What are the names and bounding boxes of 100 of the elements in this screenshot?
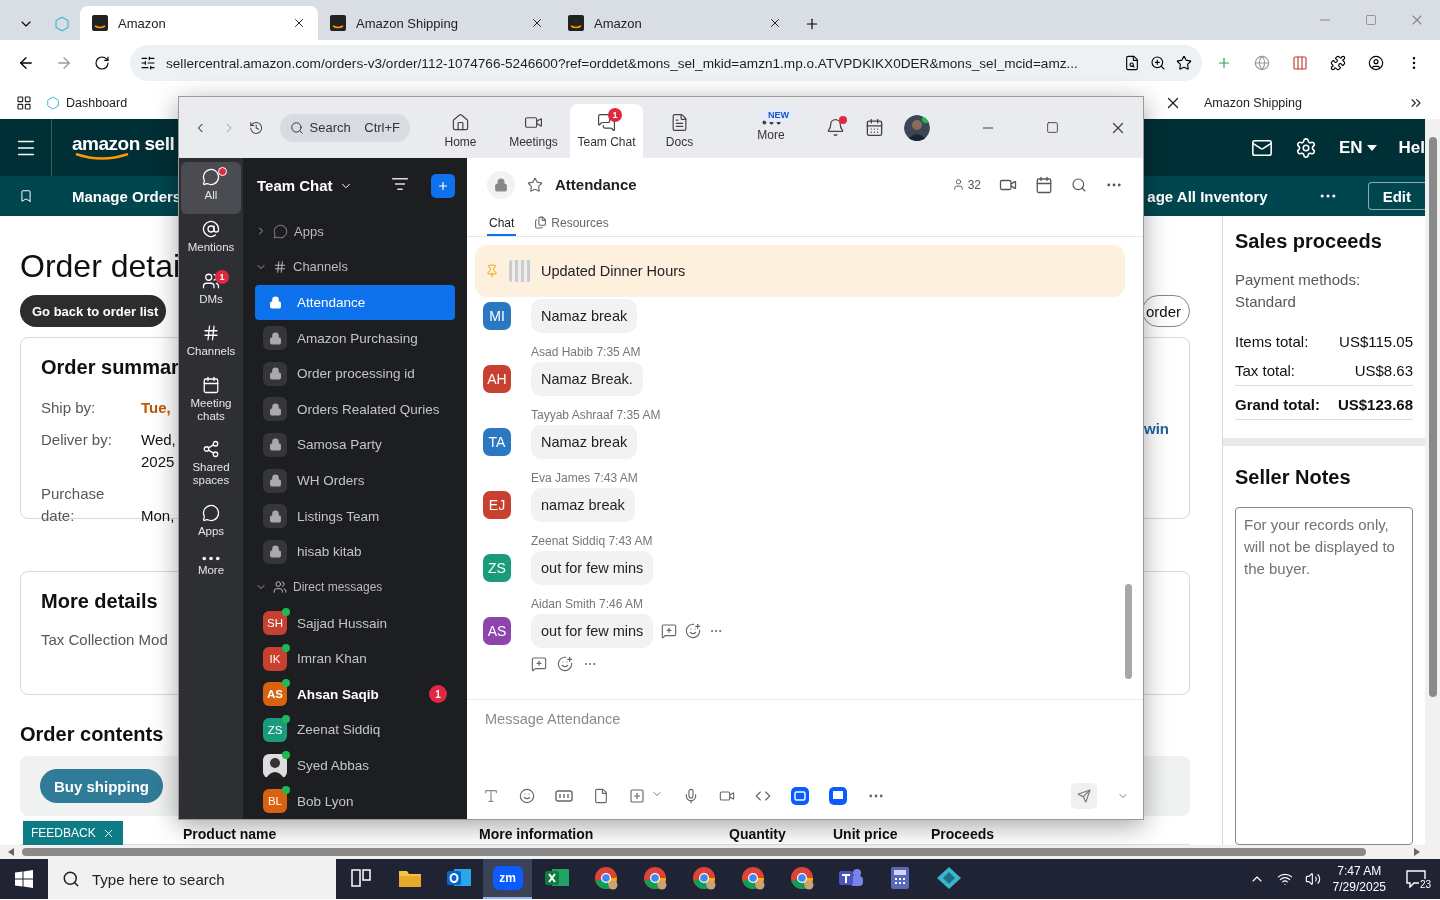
taskbar-clock[interactable]: 7:47 AM 7/29/2025	[1332, 863, 1386, 895]
channel-item[interactable]: Samosa Party	[255, 427, 455, 463]
profile-avatar[interactable]	[904, 114, 930, 141]
network-icon[interactable]	[1276, 871, 1293, 887]
horizontal-scrollbar[interactable]	[0, 845, 1440, 859]
address-bar[interactable]: sellercentral.amazon.com/orders-v3/order/112-1074766-5246600?ref=orddet&mons_sel_mkid=amzn1.mp.o.ATVPDKIKX0DER&mons_sel_mcid=amz...	[130, 45, 1202, 81]
emoji-icon[interactable]	[557, 656, 573, 672]
close-icon[interactable]	[530, 16, 544, 30]
dm-item[interactable]: AS Ahsan Saqib 1	[255, 676, 455, 713]
channel-item[interactable]: hisab kitab	[255, 534, 455, 570]
volume-icon[interactable]	[1304, 871, 1321, 887]
app-icon[interactable]	[791, 787, 809, 805]
gif-icon[interactable]	[555, 790, 573, 802]
dm-item[interactable]: IK Imran Khan	[255, 640, 455, 677]
chat-tab[interactable]: Resources	[532, 211, 611, 236]
section-header[interactable]: Direct messages	[255, 569, 455, 606]
bookmark[interactable]: Amazon Shipping	[1204, 95, 1394, 110]
reply-icon[interactable]	[531, 656, 547, 672]
reload-icon[interactable]	[94, 55, 110, 71]
back-button[interactable]: Go back to order list	[20, 295, 167, 327]
bookmark[interactable]: Dashboard	[46, 95, 128, 110]
dm-item[interactable]: ZS Zeenat Siddiq	[255, 712, 455, 748]
sidebar-item[interactable]: Channels	[181, 318, 241, 370]
extension-icon[interactable]	[1292, 55, 1308, 71]
page-icon[interactable]	[1124, 55, 1140, 71]
nav-link[interactable]: Manage Orders	[72, 187, 182, 205]
members-count[interactable]: 32	[967, 177, 981, 192]
profile-icon[interactable]	[1368, 55, 1384, 71]
app-icon[interactable]	[829, 787, 847, 805]
sidebar-item[interactable]: Apps	[181, 498, 241, 550]
nav-tab[interactable]: NEW More	[716, 104, 826, 158]
microphone-icon[interactable]	[683, 788, 699, 804]
back-icon[interactable]	[17, 54, 35, 72]
dm-item[interactable]: BL Bob Lyon	[255, 783, 455, 819]
nav-tab[interactable]: Team Chat 1	[570, 104, 643, 158]
sidebar-item[interactable]: DMs 1	[181, 266, 241, 318]
dm-item[interactable]: SH Sajjad Hussain	[255, 605, 455, 641]
vertical-scrollbar[interactable]	[1425, 119, 1440, 845]
help-link[interactable]: Hel	[1398, 137, 1425, 158]
scroll-right-icon[interactable]	[1414, 848, 1420, 856]
reply-icon[interactable]	[661, 623, 678, 639]
bookmark-star-icon[interactable]	[1176, 55, 1192, 71]
channel-item[interactable]: WH Orders	[255, 462, 455, 499]
close-icon[interactable]	[768, 16, 782, 30]
scroll-left-icon[interactable]	[8, 848, 14, 856]
emoji-icon[interactable]	[685, 623, 702, 639]
language-menu[interactable]: EN	[1338, 137, 1363, 158]
notifications-icon[interactable]	[826, 118, 845, 137]
calendar-icon[interactable]	[1035, 175, 1053, 194]
sidebar-item[interactable]: Mentions	[181, 214, 241, 266]
screenshot-icon[interactable]	[629, 788, 645, 804]
section-header[interactable]: Apps	[255, 213, 455, 250]
chat-tab[interactable]: Chat	[487, 211, 517, 236]
forward-icon[interactable]	[55, 54, 73, 72]
sidebar-item[interactable]: Shared spaces	[181, 434, 241, 498]
calendar-icon[interactable]	[865, 118, 884, 137]
taskbar-app-icon[interactable]: zm	[483, 859, 532, 899]
emoji-icon[interactable]	[519, 788, 535, 804]
new-chat-button[interactable]	[431, 173, 455, 198]
channel-item[interactable]: Order processing id	[255, 355, 455, 392]
feedback-button[interactable]: FEEDBACK	[23, 821, 123, 845]
globe-icon[interactable]	[1254, 55, 1270, 71]
taskbar-search-field[interactable]: Type here to search	[48, 859, 336, 899]
nav-tab[interactable]: Meetings	[497, 104, 570, 158]
nav-tab[interactable]: Home	[424, 104, 497, 158]
format-icon[interactable]	[483, 788, 499, 804]
close-icon[interactable]	[292, 16, 306, 30]
star-icon[interactable]	[527, 176, 543, 193]
search-field[interactable]: Search Ctrl+F	[279, 113, 410, 142]
code-icon[interactable]	[755, 788, 771, 804]
link[interactable]: win	[1144, 419, 1169, 437]
nav-tab[interactable]: Docs	[643, 104, 716, 158]
zoom-icon[interactable]	[1150, 55, 1166, 71]
sidebar-item[interactable]: More	[181, 550, 241, 602]
extensions-icon[interactable]	[1330, 55, 1346, 71]
caret-icon[interactable]	[1366, 144, 1377, 151]
sidebar-item[interactable]: Meeting chats	[181, 370, 241, 434]
seller-notes-field[interactable]: For your records only, will not be displayed to the buyer.	[1235, 507, 1413, 845]
channel-item[interactable]: Orders Realated Quries	[255, 391, 455, 428]
search-icon[interactable]	[1071, 176, 1087, 193]
browser-tab[interactable]: Amazon	[556, 6, 794, 40]
buy-shipping-button[interactable]: Buy shipping	[40, 769, 163, 803]
pinned-message[interactable]: Updated Dinner Hours	[475, 245, 1125, 297]
channel-item[interactable]: Listings Team	[255, 498, 455, 535]
browser-tab[interactable]: Amazon Shipping	[318, 6, 556, 40]
apps-icon[interactable]	[16, 94, 32, 111]
file-icon[interactable]	[593, 788, 609, 804]
video-icon[interactable]	[719, 788, 735, 804]
section-header[interactable]: Channels	[255, 249, 455, 285]
site-settings-icon[interactable]	[140, 55, 156, 71]
seller-central-logo[interactable]: amazon sell	[72, 134, 175, 161]
new-tab-icon[interactable]	[804, 16, 820, 32]
order-button[interactable]: order	[1141, 295, 1190, 327]
nav-link[interactable]: age All Inventory	[1147, 187, 1268, 205]
settings-icon[interactable]	[1294, 136, 1317, 159]
panel-title[interactable]: Team Chat	[257, 177, 333, 195]
send-button[interactable]	[1071, 783, 1097, 809]
channel-item[interactable]: Amazon Purchasing	[255, 320, 455, 356]
dm-item[interactable]: Syed Abbas	[255, 747, 455, 784]
sidebar-item[interactable]: All	[181, 162, 241, 214]
